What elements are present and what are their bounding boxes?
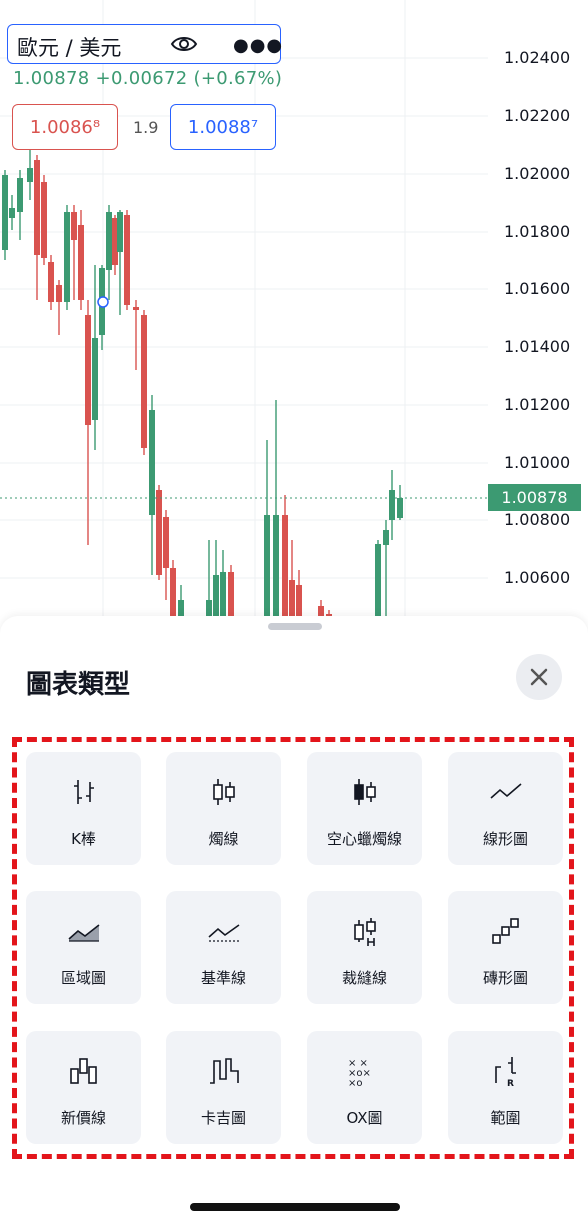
candle-body (273, 515, 279, 630)
sheet-title: 圖表類型 (26, 670, 131, 700)
candle-body (27, 168, 33, 182)
candle-body (264, 515, 270, 630)
candle-body (85, 315, 91, 425)
y-axis-label: 1.01800 (504, 222, 571, 241)
line-icon (490, 783, 522, 799)
line-break-icon (70, 1058, 97, 1084)
svg-text:×o: ×o (348, 1078, 363, 1087)
sell-button[interactable]: 1.0086⁸ (12, 104, 118, 150)
candle-body (34, 160, 40, 255)
close-button[interactable] (516, 654, 562, 700)
sheet-grabber[interactable] (268, 623, 322, 630)
svg-text:R: R (507, 1079, 514, 1087)
y-axis-label: 1.01200 (504, 395, 571, 414)
chart-type-point-figure[interactable]: × × ×o× ×o OX圖 (307, 1031, 422, 1144)
chart-type-sheet: 圖表類型 K棒 燭線 空心蠟燭線 線形圖 區域圖 基準線 裁縫線 磚形圖 新價線… (0, 616, 588, 1223)
y-axis-label: 1.01600 (504, 279, 571, 298)
tile-label: 線形圖 (482, 830, 528, 848)
symbol-name: 歐元 / 美元 (17, 36, 122, 60)
chart-type-kagi[interactable]: 卡吉圖 (166, 1031, 281, 1144)
candle-body (2, 175, 8, 250)
tile-label: 裁縫線 (341, 969, 387, 987)
y-axis-label: 1.01400 (504, 337, 571, 356)
y-axis-label: 1.02000 (504, 164, 571, 183)
candle-body (9, 208, 15, 218)
tile-label: 區域圖 (60, 969, 106, 987)
tile-label: 空心蠟燭線 (326, 830, 402, 848)
candle-body (48, 262, 54, 302)
symbol-selector[interactable]: 歐元 / 美元 ●●● (7, 24, 283, 64)
candle-body (156, 490, 162, 575)
candle-body (383, 530, 389, 545)
last-price-badge: 1.00878 (488, 484, 581, 511)
y-axis-label: 1.01000 (504, 453, 571, 472)
candle-body (141, 315, 147, 448)
candle-body (149, 410, 155, 515)
chart-type-line[interactable]: 線形圖 (448, 752, 563, 865)
hollow-candles-icon (354, 779, 376, 805)
candle-body (71, 212, 77, 240)
home-indicator[interactable] (190, 1203, 400, 1211)
hlc-icon (354, 918, 376, 946)
tile-label: 卡吉圖 (200, 1109, 246, 1127)
point-figure-icon: × × ×o× ×o (348, 1058, 371, 1087)
y-axis-label: 1.00800 (504, 510, 571, 529)
eye-icon[interactable] (170, 33, 198, 59)
tile-label: OX圖 (346, 1109, 383, 1127)
candle-body (78, 225, 84, 300)
candle-body (163, 517, 169, 568)
chart-type-hlc[interactable]: 裁縫線 (307, 891, 422, 1004)
y-axis-label: 1.02200 (504, 106, 571, 125)
tile-label: 燭線 (208, 830, 239, 848)
candle-body (41, 182, 47, 258)
candle-body (92, 338, 98, 420)
candle-body (124, 215, 130, 305)
candlestick-chart[interactable] (0, 0, 588, 630)
y-axis-label: 1.00600 (504, 568, 571, 587)
baseline-icon (208, 924, 240, 942)
range-icon: R (495, 1057, 516, 1087)
price-change: 1.00878 +0.00672 (+0.67%) (13, 68, 283, 89)
candle-body (117, 212, 123, 252)
chart-type-hollow-candles[interactable]: 空心蠟燭線 (307, 752, 422, 865)
spread-value: 1.9 (133, 118, 159, 137)
chart-type-baseline[interactable]: 基準線 (166, 891, 281, 1004)
candles-icon (213, 779, 235, 805)
candle-body (133, 307, 139, 310)
chart-type-renko[interactable]: 磚形圖 (448, 891, 563, 1004)
tile-label: 範圍 (490, 1109, 521, 1127)
chart-type-candles[interactable]: 燭線 (166, 752, 281, 865)
chart-type-bars[interactable]: K棒 (26, 752, 141, 865)
candle-body (106, 212, 112, 270)
y-axis-label: 1.02400 (504, 48, 571, 67)
candle-body (389, 490, 395, 520)
tile-label: 磚形圖 (482, 969, 528, 987)
chart-type-line-break[interactable]: 新價線 (26, 1031, 141, 1144)
tile-label: K棒 (71, 830, 96, 848)
crosshair-point (97, 296, 109, 308)
bars-icon (74, 780, 94, 804)
candle-body (56, 285, 62, 302)
candle-body (64, 212, 70, 302)
kagi-icon (210, 1058, 239, 1084)
tile-label: 新價線 (60, 1109, 106, 1127)
more-icon[interactable]: ●●● (233, 35, 283, 56)
candle-body (397, 498, 403, 518)
close-icon (530, 668, 548, 686)
chart-type-area[interactable]: 區域圖 (26, 891, 141, 1004)
price-chart[interactable]: 歐元 / 美元 ●●● 1.00878 +0.00672 (+0.67%) 1.… (0, 0, 588, 630)
buy-button[interactable]: 1.0088⁷ (170, 104, 276, 150)
chart-type-range[interactable]: R 範圍 (448, 1031, 563, 1144)
area-icon (68, 924, 100, 942)
candle-body (17, 178, 23, 212)
candle-body (282, 515, 288, 630)
tile-label: 基準線 (200, 969, 246, 987)
renko-icon (492, 918, 519, 944)
